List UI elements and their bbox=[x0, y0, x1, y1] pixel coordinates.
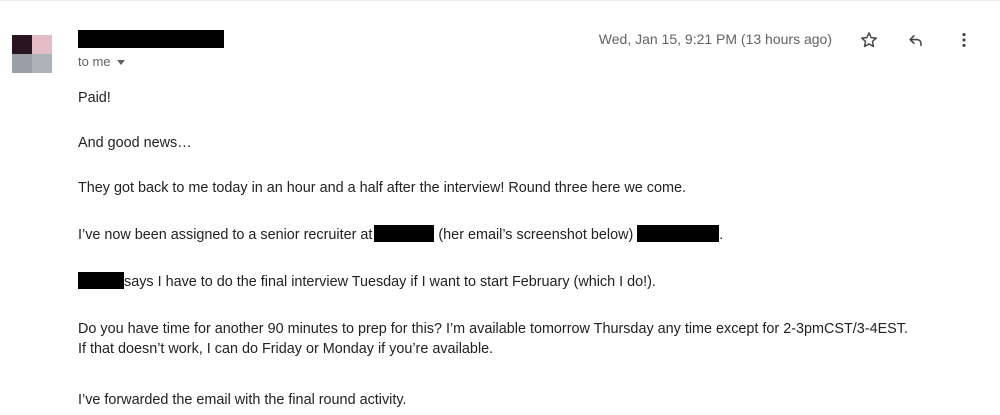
avatar-tile bbox=[32, 35, 52, 54]
body-paragraph: Do you have time for another 90 minutes … bbox=[78, 319, 908, 359]
star-icon bbox=[861, 32, 877, 48]
star-button[interactable] bbox=[855, 26, 883, 54]
body-text-segment: (her email’s screenshot below) bbox=[438, 227, 634, 243]
recipient-details-toggle[interactable]: to me bbox=[78, 54, 125, 69]
sender-avatar[interactable] bbox=[12, 35, 52, 73]
body-paragraph: I’ve now been assigned to a senior recru… bbox=[78, 225, 723, 245]
company-redacted bbox=[374, 225, 435, 242]
body-text-line: If that doesn’t work, I can do Friday or… bbox=[78, 341, 494, 357]
email-date: Wed, Jan 15, 9:21 PM (13 hours ago) bbox=[598, 31, 832, 47]
more-options-button[interactable] bbox=[950, 26, 978, 54]
recruiter-name-redacted bbox=[78, 272, 124, 289]
body-paragraph: I’ve forwarded the email with the final … bbox=[78, 392, 407, 408]
avatar-tile bbox=[12, 35, 32, 54]
more-vert-icon bbox=[962, 33, 966, 47]
recipient-label: to me bbox=[78, 54, 111, 69]
avatar-tile bbox=[32, 54, 52, 73]
body-text-segment: . bbox=[719, 227, 724, 243]
body-paragraph: And good news… bbox=[78, 135, 192, 151]
sender-name-redacted bbox=[78, 30, 224, 48]
avatar-tile bbox=[12, 54, 32, 73]
reply-icon bbox=[909, 35, 922, 47]
body-paragraph: Paid! bbox=[78, 90, 111, 106]
caret-down-icon bbox=[116, 59, 125, 65]
body-paragraph: They got back to me today in an hour and… bbox=[78, 180, 686, 196]
body-text-segment: I’ve now been assigned to a senior recru… bbox=[78, 227, 373, 243]
body-text-line: Do you have time for another 90 minutes … bbox=[78, 321, 908, 337]
body-paragraph: says I have to do the final interview Tu… bbox=[78, 272, 656, 292]
reply-button[interactable] bbox=[902, 26, 930, 54]
recruiter-name-redacted bbox=[637, 225, 720, 242]
body-text-segment: says I have to do the final interview Tu… bbox=[124, 274, 656, 290]
top-divider bbox=[0, 0, 1000, 1]
